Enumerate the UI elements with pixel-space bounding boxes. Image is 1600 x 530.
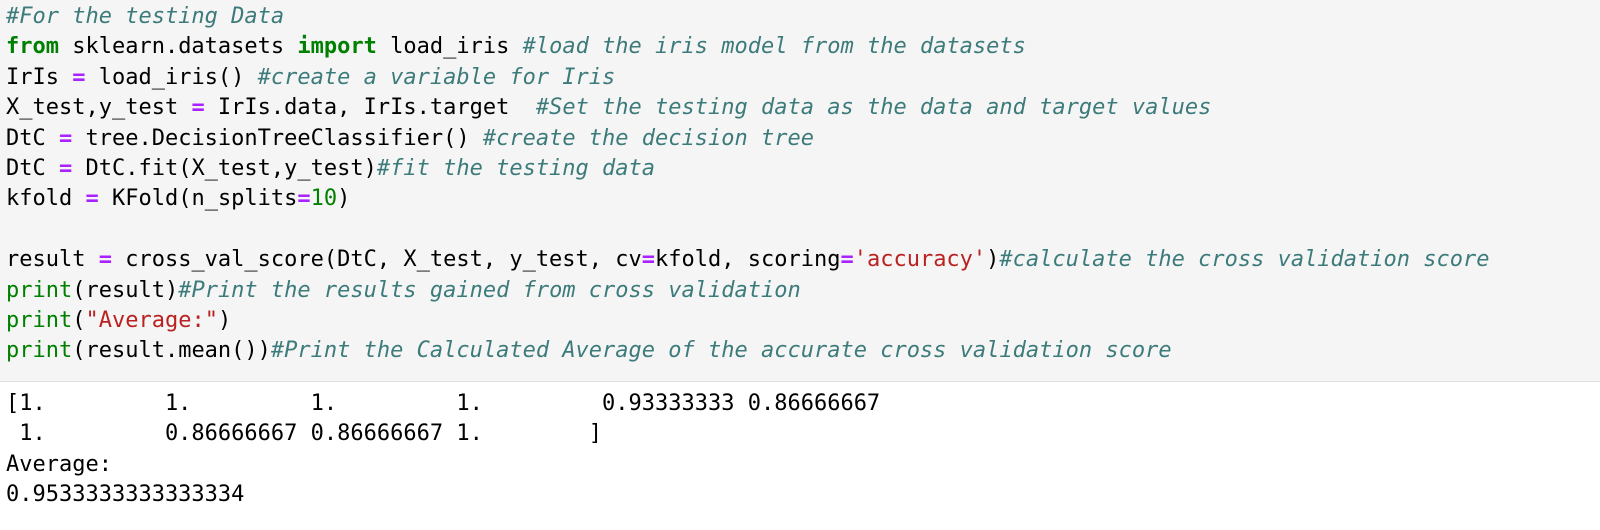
code-line: print(result)#Print the results gained f… bbox=[6, 276, 1600, 306]
code-line: X_test,y_test = IrIs.data, IrIs.target #… bbox=[6, 93, 1600, 123]
code-token-plain: DtC bbox=[6, 125, 59, 151]
code-line: IrIs = load_iris() #create a variable fo… bbox=[6, 63, 1600, 93]
code-token-plain: X_test,y_test bbox=[6, 95, 192, 121]
output-line: 1. 0.86666667 0.86666667 1. ] bbox=[6, 421, 603, 447]
code-line: kfold = KFold(n_splits=10) bbox=[6, 184, 1600, 214]
code-line: from sklearn.datasets import load_iris #… bbox=[6, 32, 1600, 62]
code-token-plain: result bbox=[6, 247, 99, 273]
code-token-plain: load_iris() bbox=[85, 64, 258, 90]
code-token-comment: #fit the testing data bbox=[376, 155, 656, 181]
code-token-operator: = bbox=[641, 247, 656, 273]
code-line: print("Average:") bbox=[6, 306, 1600, 336]
code-token-plain: ) bbox=[986, 247, 1000, 273]
code-token-plain: load_iris bbox=[376, 34, 523, 60]
code-token-operator: = bbox=[191, 95, 205, 121]
code-token-plain: DtC.fit(X_test,y_test) bbox=[72, 155, 377, 181]
code-token-comment: #load the iris model from the datasets bbox=[522, 34, 1026, 60]
cell-output: [1. 1. 1. 1. 0.93333333 0.86666667 1. 0.… bbox=[0, 382, 1600, 530]
code-token-keyword: import bbox=[297, 34, 377, 60]
notebook-cell: #For the testing Data from sklearn.datase… bbox=[0, 0, 1600, 530]
code-token-operator: = bbox=[58, 155, 73, 181]
code-token-plain: IrIs.data, IrIs.target bbox=[204, 95, 536, 121]
code-token-builtin: print bbox=[6, 338, 73, 364]
code-token-plain: (result.mean()) bbox=[72, 338, 271, 364]
code-line: print(result.mean())#Print the Calculate… bbox=[6, 336, 1600, 366]
code-token-comment: #create a variable for Iris bbox=[257, 64, 616, 90]
code-token-plain: IrIs bbox=[6, 64, 73, 90]
code-token-operator: = bbox=[840, 247, 854, 273]
code-token-comment: #Print the Calculated Average of the acc… bbox=[270, 338, 1172, 364]
code-token-plain: KFold(n_splits bbox=[98, 186, 298, 212]
output-line: Average: bbox=[6, 451, 112, 477]
code-token-plain: sklearn.datasets bbox=[58, 34, 298, 60]
code-token-operator: = bbox=[98, 247, 112, 273]
code-token-comment: #calculate the cross validation score bbox=[999, 247, 1490, 273]
code-token-plain: ) bbox=[217, 307, 232, 333]
code-token-plain: kfold, scoring bbox=[655, 247, 841, 273]
code-token-keyword: from bbox=[6, 34, 59, 60]
code-token-comment: #Set the testing data as the data and ta… bbox=[535, 95, 1212, 121]
code-token-plain: kfold bbox=[6, 186, 86, 212]
code-line: result = cross_val_score(DtC, X_test, y_… bbox=[6, 245, 1600, 275]
code-token-builtin: print bbox=[6, 307, 73, 333]
code-token-plain: DtC bbox=[6, 155, 59, 181]
code-token-operator: = bbox=[58, 125, 73, 151]
code-token-plain: tree.DecisionTreeClassifier() bbox=[72, 125, 483, 151]
output-line: 0.9533333333333334 bbox=[6, 482, 245, 508]
code-token-operator: = bbox=[85, 186, 99, 212]
code-token-comment: #Print the results gained from cross val… bbox=[178, 277, 801, 303]
code-token-plain: ( bbox=[72, 307, 86, 333]
code-line: DtC = tree.DecisionTreeClassifier() #cre… bbox=[6, 124, 1600, 154]
code-line: DtC = DtC.fit(X_test,y_test)#fit the tes… bbox=[6, 154, 1600, 184]
output-line: [1. 1. 1. 1. 0.93333333 0.86666667 bbox=[6, 391, 881, 416]
code-token-plain: ) bbox=[337, 186, 351, 212]
code-token-number: 10 bbox=[310, 186, 338, 212]
code-line: #For the testing Data bbox=[6, 2, 1600, 32]
code-token-string: "Average:" bbox=[85, 307, 218, 333]
code-token-plain: cross_val_score(DtC, X_test, y_test, cv bbox=[111, 247, 642, 273]
code-token-operator: = bbox=[297, 186, 311, 212]
code-token-comment: #create the decision tree bbox=[482, 125, 814, 151]
code-token-plain: (result) bbox=[72, 277, 179, 303]
code-token-comment: #For the testing Data bbox=[6, 4, 285, 29]
code-token-builtin: print bbox=[6, 277, 73, 303]
code-editor[interactable]: #For the testing Data from sklearn.datase… bbox=[0, 0, 1600, 382]
code-token-operator: = bbox=[72, 64, 86, 90]
code-token-string: 'accuracy' bbox=[853, 247, 987, 273]
